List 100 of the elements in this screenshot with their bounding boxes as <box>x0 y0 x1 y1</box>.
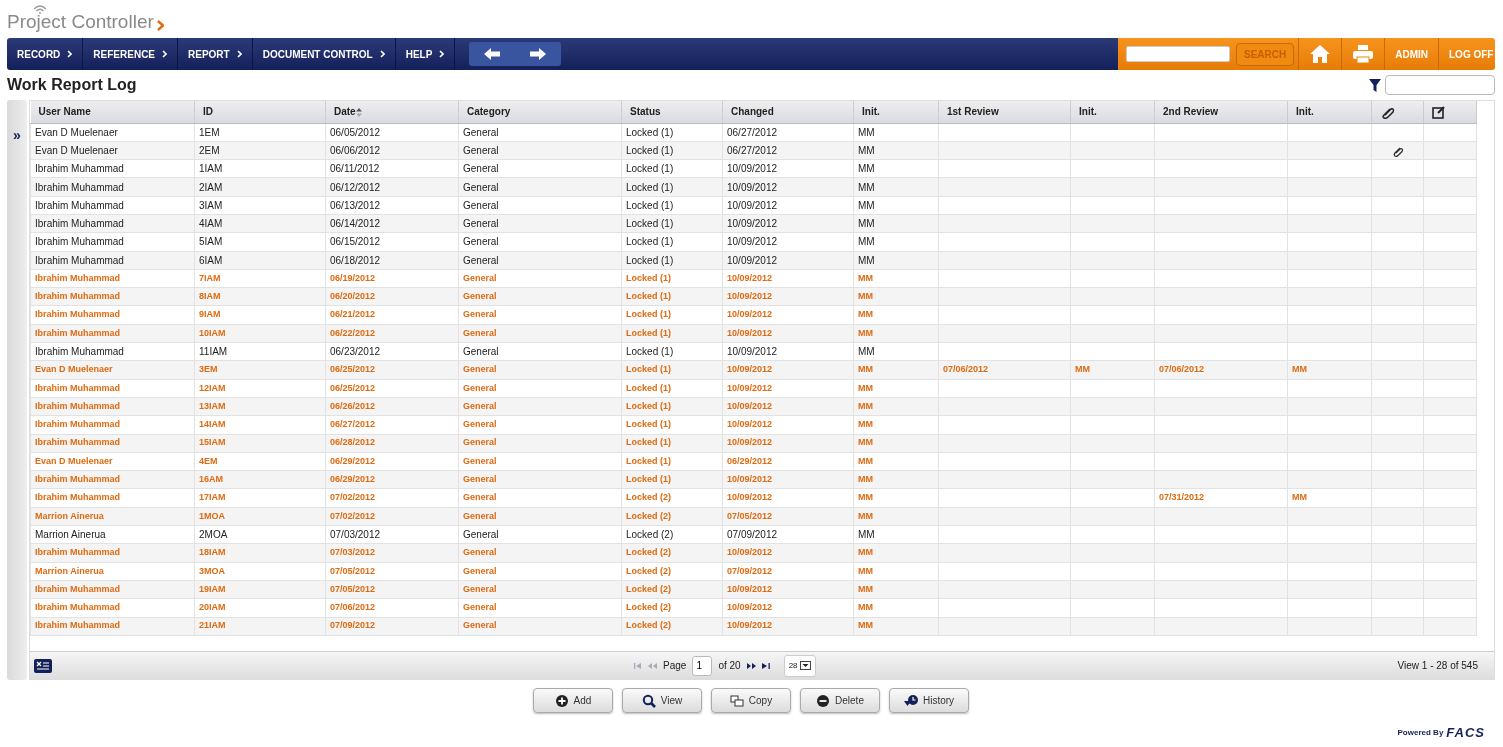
page-title: Work Report Log <box>7 75 137 95</box>
table-cell: 5IAM <box>194 232 326 252</box>
column-header[interactable]: Status <box>621 101 723 123</box>
table-cell: 11IAM <box>194 342 326 361</box>
clock-icon <box>903 693 918 708</box>
table-cell: General <box>458 123 622 142</box>
table-cell: Locked (1) <box>621 305 723 325</box>
table-cell: MM <box>853 488 939 508</box>
action-button[interactable]: History <box>889 688 969 713</box>
table-cell: 10/09/2012 <box>722 232 854 252</box>
column-header[interactable]: ID <box>194 101 326 123</box>
sidebar-toggle[interactable]: » <box>13 128 21 142</box>
table-cell: General <box>458 196 622 215</box>
action-button[interactable]: Delete <box>800 688 880 713</box>
column-header[interactable]: 1st Review <box>938 101 1071 123</box>
edit-icon <box>1432 105 1446 120</box>
table-cell: 07/02/2012 <box>325 488 459 508</box>
last-page-icon[interactable] <box>761 662 770 669</box>
table-cell: General <box>458 342 622 361</box>
column-header[interactable]: Category <box>458 101 622 123</box>
table-cell: 06/13/2012 <box>325 196 459 215</box>
chevron-icon <box>156 20 164 31</box>
filter-icon[interactable] <box>1369 78 1381 92</box>
table-cell: Ibrahim Muhammad <box>30 232 195 252</box>
column-header[interactable]: User Name <box>30 101 195 123</box>
column-header[interactable]: Init. <box>853 101 939 123</box>
paperclip-icon[interactable] <box>1391 145 1404 158</box>
table-cell: MM <box>853 415 939 435</box>
forward-arrow-icon[interactable] <box>530 48 547 60</box>
table-cell: 3IAM <box>194 196 326 215</box>
table-cell: MM <box>853 196 939 215</box>
filter-field[interactable] <box>1385 75 1495 95</box>
table-cell: 1EM <box>194 123 326 142</box>
menu-item[interactable]: DOCUMENT CONTROL <box>252 38 396 70</box>
next-page-icon[interactable] <box>746 662 756 669</box>
table-cell: General <box>458 598 622 617</box>
column-header[interactable]: Init. <box>1070 101 1155 123</box>
chevron-icon <box>379 50 385 58</box>
table-cell: 4EM <box>194 452 326 471</box>
chevron-icon <box>67 50 73 58</box>
table-cell: 10/09/2012 <box>722 305 854 325</box>
table-cell: 06/29/2012 <box>722 452 854 471</box>
table-cell: MM <box>853 305 939 325</box>
table-cell: 07/31/2012 <box>1154 488 1288 508</box>
back-arrow-icon[interactable] <box>484 48 501 60</box>
table-cell: General <box>458 379 622 398</box>
table-cell: Marrion Ainerua <box>30 525 195 544</box>
table-cell: Ibrahim Muhammad <box>30 342 195 361</box>
column-header[interactable]: Date <box>325 101 459 123</box>
page-field[interactable]: 1 <box>692 655 713 676</box>
column-header[interactable] <box>1423 101 1477 123</box>
table-cell: 1IAM <box>194 159 326 178</box>
column-header[interactable]: 2nd Review <box>1154 101 1288 123</box>
sort-icon <box>355 108 362 118</box>
table-cell: 10/09/2012 <box>722 269 854 288</box>
table-cell: MM <box>853 159 939 178</box>
table-cell: Ibrahim Muhammad <box>30 305 195 325</box>
action-button[interactable]: Add <box>533 688 613 713</box>
table-cell: 9IAM <box>194 305 326 325</box>
column-header[interactable]: Changed <box>722 101 854 123</box>
table-cell: Locked (1) <box>621 159 723 178</box>
menu-item[interactable]: RECORD <box>7 38 84 70</box>
table-cell: 07/09/2012 <box>722 562 854 581</box>
table-cell: 12IAM <box>194 379 326 398</box>
table-cell: General <box>458 488 622 508</box>
table-cell: 06/25/2012 <box>325 379 459 398</box>
page-count: of 20 <box>718 659 741 673</box>
action-button[interactable]: View <box>622 688 702 713</box>
table-cell: MM <box>853 598 939 617</box>
chevron-icon <box>439 50 445 58</box>
menu-item[interactable]: REFERENCE <box>83 38 179 70</box>
table-cell: 14IAM <box>194 415 326 435</box>
copy-icon <box>729 693 744 708</box>
table-cell: Ibrahim Muhammad <box>30 159 195 178</box>
table-cell: 3MOA <box>194 562 326 581</box>
plus-circle-icon <box>554 693 569 708</box>
table-cell: 10/09/2012 <box>722 342 854 361</box>
action-button[interactable]: Copy <box>711 688 791 713</box>
table-cell: General <box>458 452 622 471</box>
table-cell: Locked (1) <box>621 232 723 252</box>
menu-item[interactable]: HELP <box>395 38 456 70</box>
table-cell: General <box>458 269 622 288</box>
column-header[interactable]: Init. <box>1287 101 1372 123</box>
table-cell: Ibrahim Muhammad <box>30 415 195 435</box>
page-size-select[interactable]: 28 <box>783 654 816 677</box>
table-cell: Locked (1) <box>621 379 723 398</box>
table-cell: General <box>458 562 622 581</box>
record-count: View 1 - 28 of 545 <box>1397 659 1478 673</box>
table-cell: 06/15/2012 <box>325 232 459 252</box>
brand-logo: FACS <box>1446 724 1485 742</box>
column-header[interactable] <box>1371 101 1424 123</box>
table-cell: 17IAM <box>194 488 326 508</box>
spreadsheet-icon[interactable] <box>34 658 52 673</box>
table-cell: 06/29/2012 <box>325 452 459 471</box>
table-cell: MM <box>853 379 939 398</box>
table-cell: Ibrahim Muhammad <box>30 598 195 617</box>
menu-item[interactable]: REPORT <box>178 38 253 70</box>
table-cell: Locked (1) <box>621 415 723 435</box>
table-cell: Ibrahim Muhammad <box>30 196 195 215</box>
search-field[interactable] <box>1126 46 1230 62</box>
